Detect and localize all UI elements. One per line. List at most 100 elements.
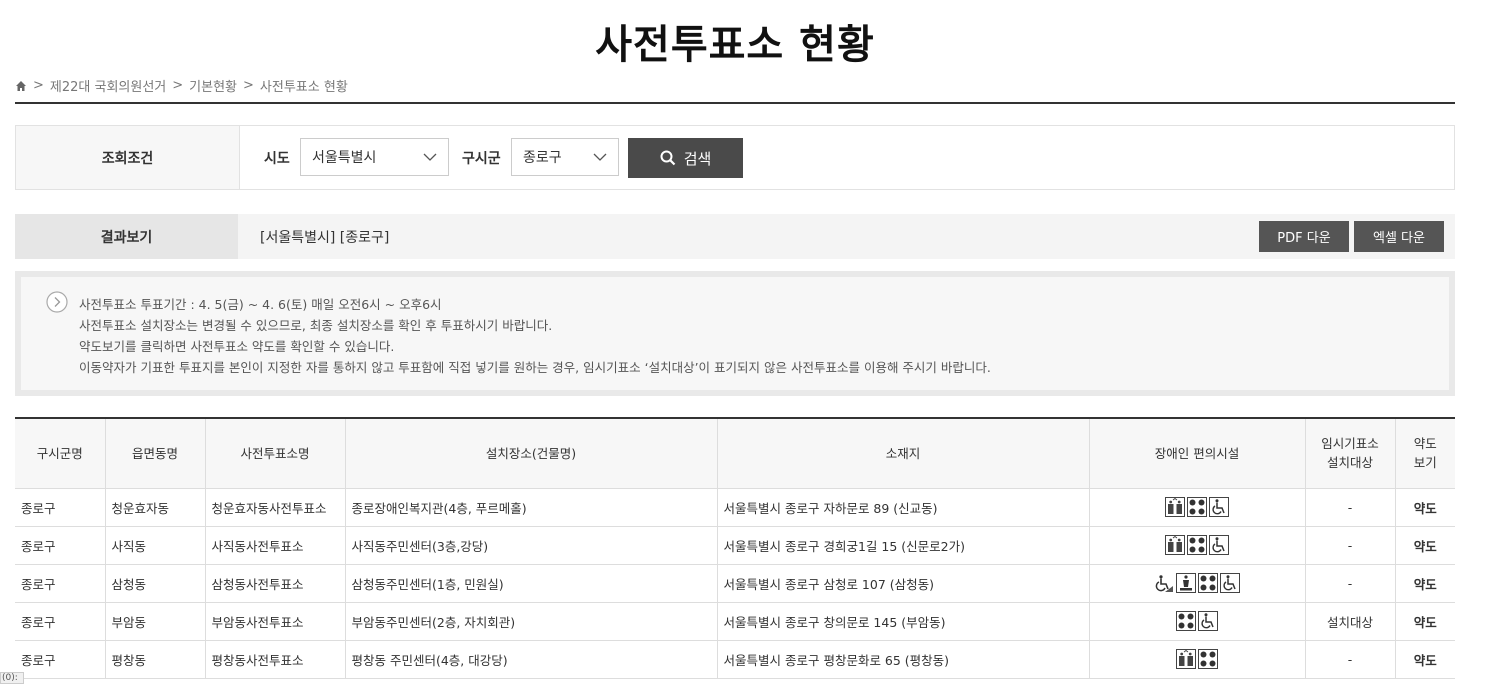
breadcrumb-divider: [15, 102, 1455, 104]
cell-station: 부암동사전투표소: [204, 602, 345, 641]
cell-gu: 종로구: [15, 526, 105, 565]
header-address: 소재지: [716, 417, 1089, 489]
search-button-label: 검색: [683, 149, 712, 168]
table-row: 종로구 부암동 부암동사전투표소 부암동주민센터(2층, 자치회관) 서울특별시 종로구…: [15, 602, 1455, 641]
notice-line: 사전투표소 설치장소는 변경될 수 있으므로, 최종 설치장소를 확인 후 투표…: [79, 318, 553, 333]
braille-icon: [1187, 535, 1207, 555]
notice-box: 사전투표소 투표기간 : 4. 5(금) ~ 4. 6(토) 매일 오전6시 ~…: [15, 271, 1455, 396]
lift-icon: [1176, 573, 1196, 593]
result-filter-text: [서울특별시] [종로구]: [260, 230, 390, 246]
table-row: 종로구 삼청동 삼청동사전투표소 삼청동주민센터(1층, 민원실) 서울특별시 종로구 …: [15, 564, 1455, 603]
breadcrumb-item[interactable]: 사전투표소 현황: [260, 76, 348, 95]
elevator-icon: [1165, 535, 1185, 555]
cell-address: 서울특별시 종로구 경희궁1길 15 (신문로2가): [716, 526, 1089, 565]
cell-temp-booth: -: [1304, 526, 1395, 565]
breadcrumb-item[interactable]: 기본현황: [189, 76, 237, 95]
gu-select-value: 종로구: [523, 150, 562, 166]
cell-dong: 사직동: [104, 526, 205, 565]
excel-download-button[interactable]: 엑셀 다운: [1354, 221, 1444, 252]
cell-dong: 부암동: [104, 602, 205, 641]
header-place: 설치장소(건물명): [344, 417, 717, 489]
braille-icon: [1176, 611, 1196, 631]
cell-dong: 삼청동: [104, 564, 205, 603]
search-icon: [660, 150, 675, 166]
header-facility: 장애인 편의시설: [1088, 417, 1305, 489]
cell-place: 사직동주민센터(3층,강당): [344, 526, 717, 565]
cell-gu: 종로구: [15, 564, 105, 603]
result-bar: 결과보기 [서울특별시] [종로구] PDF 다운 엑셀 다운: [15, 214, 1455, 259]
cell-facilities: [1088, 602, 1305, 641]
table-row: 종로구 사직동 사직동사전투표소 사직동주민센터(3층,강당) 서울특별시 종로구 경희…: [15, 526, 1455, 565]
cell-address: 서울특별시 종로구 창의문로 145 (부암동): [716, 602, 1089, 641]
cell-dong: 청운효자동: [104, 488, 205, 527]
wheelchair-icon: [1209, 535, 1229, 555]
cell-station: 평창동사전투표소: [204, 640, 345, 679]
pdf-download-button[interactable]: PDF 다운: [1259, 221, 1349, 252]
braille-icon: [1187, 497, 1207, 517]
wheelchair-icon: [1209, 497, 1229, 517]
braille-icon: [1198, 649, 1218, 669]
wheelchair-icon: [1198, 611, 1218, 631]
cell-address: 서울특별시 종로구 평창문화로 65 (평창동): [716, 640, 1089, 679]
sido-select[interactable]: 서울특별시: [300, 138, 449, 176]
wheelchair-icon: [1220, 573, 1240, 593]
header-station: 사전투표소명: [204, 417, 345, 489]
cell-address: 서울특별시 종로구 삼청로 107 (삼청동): [716, 564, 1089, 603]
cell-station: 사직동사전투표소: [204, 526, 345, 565]
cell-temp-booth: -: [1304, 640, 1395, 679]
header-gu: 구시군명: [15, 417, 105, 489]
cell-facilities: [1088, 526, 1305, 565]
cell-gu: 종로구: [15, 640, 105, 679]
table-row: 종로구 청운효자동 청운효자동사전투표소 종로장애인복지관(4층, 푸르메홀) 서울특별…: [15, 488, 1455, 527]
page-title: 사전투표소 현황: [595, 22, 875, 68]
sido-label: 시도: [264, 151, 290, 167]
search-label: 조회조건: [16, 126, 240, 189]
header-temp-booth: 임시기표소 설치대상: [1304, 417, 1395, 489]
map-link[interactable]: 약도: [1394, 488, 1455, 527]
gu-select[interactable]: 종로구: [511, 138, 619, 176]
notice-line: 사전투표소 투표기간 : 4. 5(금) ~ 4. 6(토) 매일 오전6시 ~…: [79, 297, 442, 312]
map-link[interactable]: 약도: [1394, 640, 1455, 679]
braille-icon: [1198, 573, 1218, 593]
gu-label: 구시군: [462, 151, 501, 167]
sido-select-value: 서울특별시: [312, 150, 377, 166]
home-icon[interactable]: [15, 80, 27, 92]
map-link[interactable]: 약도: [1394, 602, 1455, 641]
elevator-icon: [1176, 649, 1196, 669]
search-button[interactable]: 검색: [628, 138, 743, 178]
chevron-down-icon: [593, 153, 607, 161]
cell-facilities: [1088, 564, 1305, 603]
cell-place: 삼청동주민센터(1층, 민원실): [344, 564, 717, 603]
ramp-icon: [1154, 573, 1174, 593]
search-panel: 조회조건 시도 서울특별시 구시군 종로구 검색: [15, 125, 1455, 190]
cell-dong: 평창동: [104, 640, 205, 679]
cell-station: 삼청동사전투표소: [204, 564, 345, 603]
map-link[interactable]: 약도: [1394, 564, 1455, 603]
cell-place: 평창동 주민센터(4층, 대강당): [344, 640, 717, 679]
result-label: 결과보기: [15, 214, 238, 259]
cell-temp-booth: -: [1304, 564, 1395, 603]
chevron-right-circle-icon: [46, 291, 68, 313]
table-row: 종로구 평창동 평창동사전투표소 평창동 주민센터(4층, 대강당) 서울특별시 종로구…: [15, 640, 1455, 679]
elevator-icon: [1165, 497, 1185, 517]
header-dong: 읍면동명: [104, 417, 205, 489]
table-header-row: 구시군명 읍면동명 사전투표소명 설치장소(건물명) 소재지 장애인 편의시설 …: [15, 417, 1455, 489]
cell-place: 부암동주민센터(2층, 자치회관): [344, 602, 717, 641]
map-link[interactable]: 약도: [1394, 526, 1455, 565]
cell-address: 서울특별시 종로구 자하문로 89 (신교동): [716, 488, 1089, 527]
cell-facilities: [1088, 640, 1305, 679]
cell-station: 청운효자동사전투표소: [204, 488, 345, 527]
header-map: 약도 보기: [1394, 417, 1455, 489]
breadcrumb-item[interactable]: 제22대 국회의원선거: [50, 76, 166, 95]
breadcrumb: > 제22대 국회의원선거 > 기본현황 > 사전투표소 현황: [15, 76, 348, 95]
cell-facilities: [1088, 488, 1305, 527]
cell-gu: 종로구: [15, 602, 105, 641]
polling-station-table: 구시군명 읍면동명 사전투표소명 설치장소(건물명) 소재지 장애인 편의시설 …: [15, 417, 1455, 679]
cell-place: 종로장애인복지관(4층, 푸르메홀): [344, 488, 717, 527]
status-indicator: (0):: [0, 672, 24, 684]
cell-gu: 종로구: [15, 488, 105, 527]
chevron-down-icon: [423, 153, 437, 161]
cell-temp-booth: 설치대상: [1304, 602, 1395, 641]
notice-line: 약도보기를 클릭하면 사전투표소 약도를 확인할 수 있습니다.: [79, 339, 395, 354]
cell-temp-booth: -: [1304, 488, 1395, 527]
